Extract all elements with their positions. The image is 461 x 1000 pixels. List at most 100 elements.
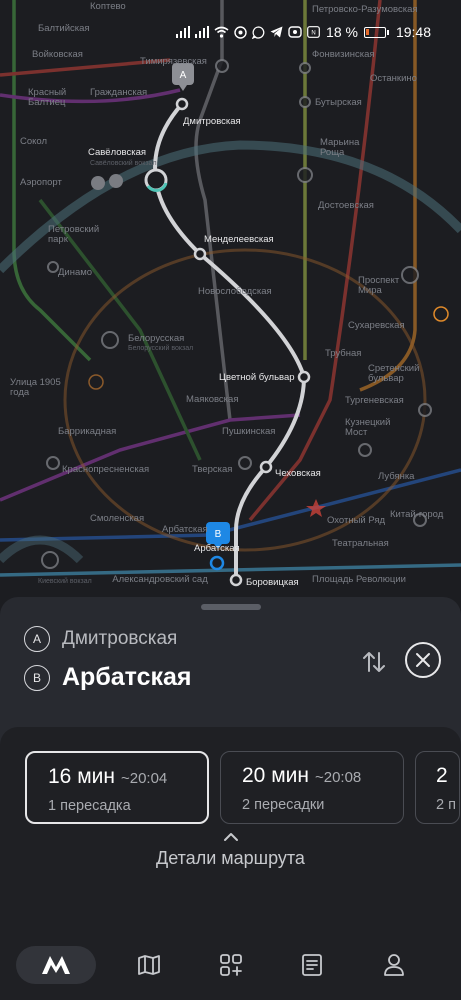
map-label: Улица 1905 года [10,377,61,398]
map-label: Останкино [370,73,417,84]
nav-metro[interactable] [16,946,96,984]
route-arrival: ~20:04 [120,770,168,787]
map-label: Площадь Революции [312,574,406,585]
route-options-list[interactable]: 16 мин ~20:04 1 пересадка 20 мин ~20:08 2 … [25,751,460,824]
swap-arrows-icon [363,652,385,672]
map-station[interactable] [401,266,419,284]
clock: 19:48 [395,24,431,40]
map-station[interactable] [297,167,313,183]
map-label: Сокол [20,136,48,147]
route-station-arbatskaya[interactable] [209,555,225,571]
route-duration: 2 [436,764,448,787]
messenger-icon [234,25,247,39]
map-small-label: Белорусский вокзал [128,345,194,352]
route-station-tsvetnoy[interactable] [297,370,311,384]
route-option[interactable]: 2 2 п [415,751,460,824]
map-station[interactable] [358,443,372,457]
route-endpoints: A Дмитровская B Арбатская [0,597,461,713]
map-station[interactable] [299,62,311,74]
map-label: Театральная [332,538,389,549]
map-label: Маяковская [186,394,239,405]
route-station-dmitrovskaya[interactable] [175,97,189,111]
map-label: Кузнецкий Мост [345,417,391,438]
route-station-mendeleevskaya[interactable] [193,247,207,261]
route-transfers: 2 пересадки [242,797,325,813]
map-label: Трубная [325,348,362,359]
close-icon [416,653,430,667]
battery-level [365,28,369,35]
route-transfers: 2 п [436,797,456,813]
to-station[interactable]: B Арбатская [24,663,192,692]
wifi-icon [214,26,229,38]
map-label: Белорусская [128,333,185,344]
svg-text:N: N [311,31,315,37]
services-icon [219,954,242,976]
cast-icon [288,26,302,38]
map-label: Достоевская [318,200,374,211]
map-label: Новослободская [198,286,272,297]
route-label: Дмитровская [183,116,241,127]
line-badge-icon [109,174,123,188]
from-station[interactable]: A Дмитровская [24,626,177,652]
map-station[interactable] [418,403,432,417]
map-small-label: Савёловский вокзал [90,160,157,167]
route-duration: 16 мин [48,765,115,788]
map-station[interactable] [41,551,59,569]
route-details-label: Детали маршрута [156,848,305,868]
map-station[interactable] [46,456,60,470]
nav-profile[interactable] [365,945,423,985]
route-duration: 20 мин [242,764,309,787]
route-label: Боровицкая [246,577,299,588]
map-label: Красный Балтиец [28,87,67,108]
map-label: Сретенский бульвар [368,363,420,384]
map-label: Смоленская [90,513,145,524]
map-label: Марьина Роща [320,137,360,158]
swap-stations-button[interactable] [359,647,389,677]
route-station-chekhovskaya[interactable] [259,460,273,474]
map-station[interactable] [238,456,252,470]
map-label: Петровский парк [48,224,100,245]
route-option[interactable]: 20 мин ~20:08 2 пересадки [220,751,404,824]
route-arrival: ~20:08 [314,769,362,786]
map-label: Китай-город [390,509,444,520]
route-transfers: 1 пересадка [48,798,131,814]
route-details-toggle[interactable]: Детали маршрута [0,832,461,869]
signal-icon [176,26,191,38]
route-station-borovitskaya[interactable] [229,573,243,587]
nav-services[interactable] [202,945,260,985]
map-icon [137,955,160,975]
metro-map[interactable]: A B Коптево Петровско-Разумовская Балтий… [0,0,461,610]
nav-tickets[interactable] [283,945,341,985]
marker-a-letter: A [180,70,187,81]
route-label: Арбатская [194,543,240,554]
map-label: Баррикадная [58,426,117,437]
nfc-icon: N [307,26,320,38]
map-label: Краснопресненская [62,464,150,475]
route-option[interactable]: 16 мин ~20:04 1 пересадка [25,751,209,824]
from-letter-badge: A [24,626,50,652]
map-label: Аэропорт [20,177,62,188]
map-label: Динамо [58,267,93,278]
map-label: Тверская [192,464,233,475]
map-station[interactable] [47,261,59,273]
status-bar: N 18 % 19:48 [0,0,461,62]
whatsapp-icon [252,25,265,39]
map-station[interactable] [101,331,119,349]
route-label: Чеховская [275,468,321,479]
line-badge-icon [91,176,105,190]
map-label: Тургеневская [345,395,404,406]
to-letter-badge: B [24,664,50,691]
nav-map[interactable] [120,945,178,985]
map-label: Сухаревская [348,320,405,331]
map-station[interactable] [299,96,311,108]
map-label: Пушкинская [222,426,276,437]
tickets-icon [302,954,323,976]
battery-percent: 18 % [326,24,358,40]
battery-icon [363,26,389,38]
signal-icon [195,26,210,38]
bottom-navigation [0,930,461,1000]
route-label: Менделеевская [204,234,274,245]
close-route-button[interactable] [405,642,441,678]
marker-b-letter: B [215,529,222,540]
chevron-up-icon [223,833,238,841]
